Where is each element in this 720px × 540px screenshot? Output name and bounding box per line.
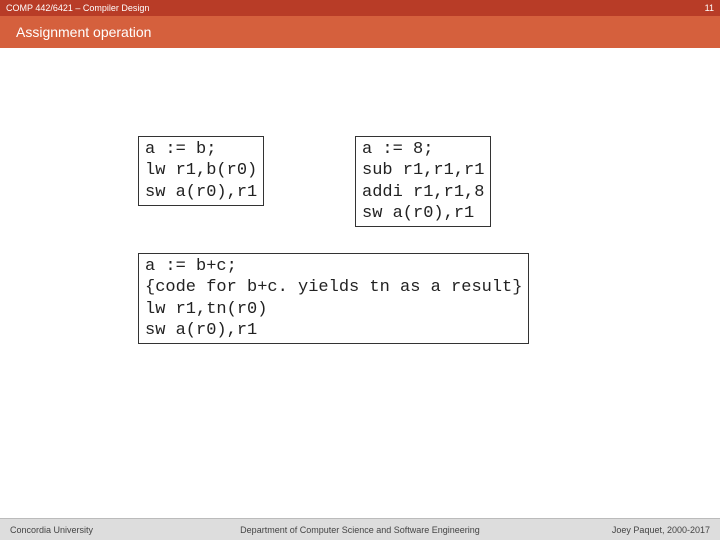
code-block-var-assign: a := b; lw r1,b(r0) sw a(r0),r1 bbox=[138, 136, 264, 206]
code-block-expr-assign: a := b+c; {code for b+c. yields tn as a … bbox=[138, 253, 529, 344]
header-bar: COMP 442/6421 – Compiler Design 11 bbox=[0, 0, 720, 16]
page-number: 11 bbox=[705, 3, 714, 13]
footer-right: Joey Paquet, 2000-2017 bbox=[612, 525, 710, 535]
code-block-const-assign: a := 8; sub r1,r1,r1 addi r1,r1,8 sw a(r… bbox=[355, 136, 491, 227]
footer-bar: Concordia University Department of Compu… bbox=[0, 518, 720, 540]
footer-left: Concordia University bbox=[10, 525, 93, 535]
title-bar: Assignment operation bbox=[0, 16, 720, 48]
content-area: a := b; lw r1,b(r0) sw a(r0),r1 a := 8; … bbox=[0, 48, 720, 518]
footer-center: Department of Computer Science and Softw… bbox=[240, 525, 480, 535]
page-title: Assignment operation bbox=[16, 24, 151, 40]
course-label: COMP 442/6421 – Compiler Design bbox=[6, 3, 149, 13]
